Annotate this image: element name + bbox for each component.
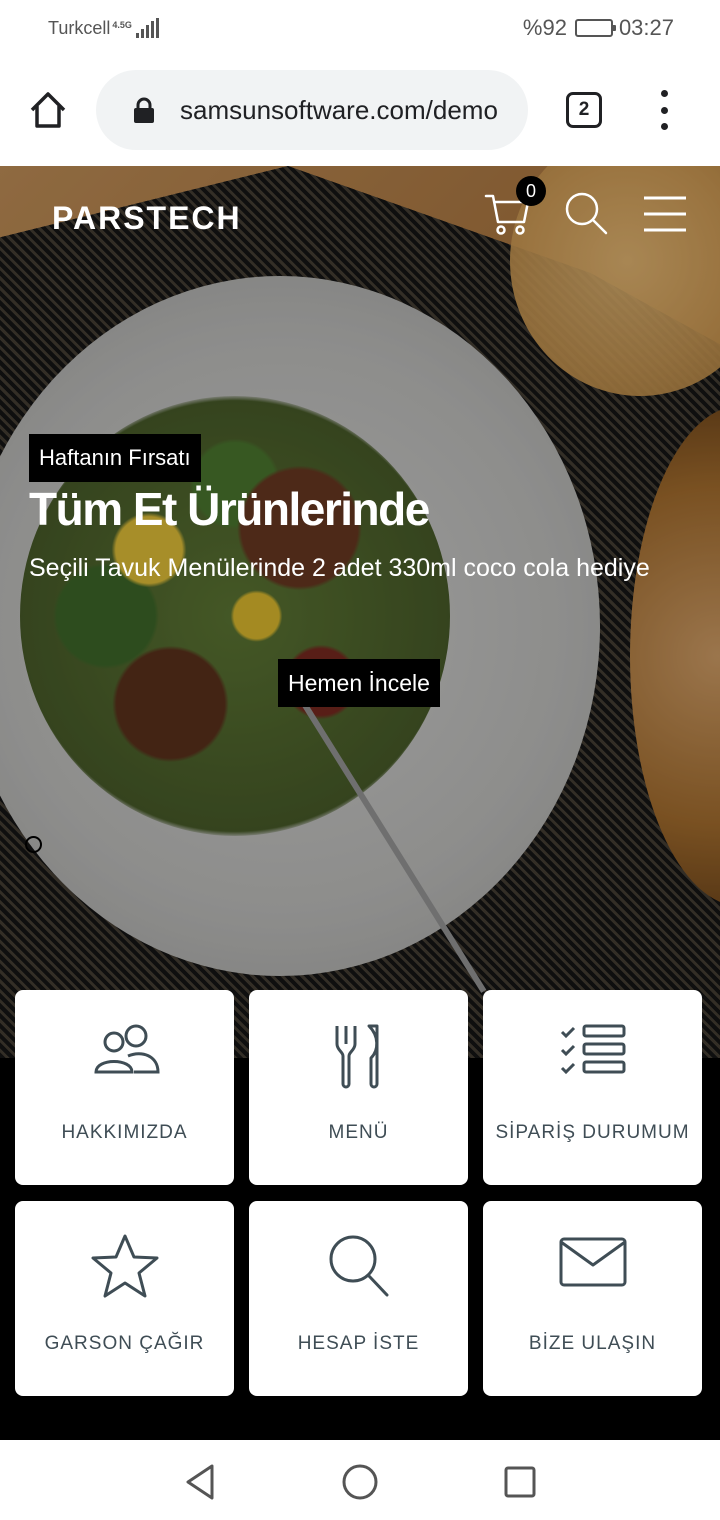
checklist-icon <box>560 1024 625 1075</box>
star-icon <box>91 1234 158 1298</box>
hero-overlay <box>0 166 720 1058</box>
tile-call-waiter[interactable]: GARSON ÇAĞIR <box>15 1201 234 1396</box>
back-icon[interactable] <box>180 1462 220 1502</box>
tile-order-status[interactable]: SİPARİŞ DURUMUM <box>483 990 702 1185</box>
battery-icon <box>574 19 616 37</box>
url-text: samsunsoftware.com/demo <box>180 94 498 125</box>
hero-cta-button[interactable]: Hemen İncele <box>278 659 440 707</box>
url-bar[interactable]: samsunsoftware.com/demo <box>96 70 528 150</box>
site-logo[interactable]: PARSTECH <box>52 200 242 237</box>
home-circle-icon[interactable] <box>340 1462 380 1502</box>
clock: 03:27 <box>618 15 674 40</box>
lock-icon <box>134 97 154 123</box>
status-bar: Turkcell 4.5G %92 03:27 <box>0 0 720 56</box>
tile-label: HAKKIMIZDA <box>61 1122 188 1143</box>
hamburger-menu-icon[interactable] <box>642 194 688 234</box>
more-vert-icon[interactable] <box>652 90 676 130</box>
mail-icon <box>559 1237 626 1287</box>
status-right: %92 03:27 <box>523 15 674 41</box>
hero-subtitle: Seçili Tavuk Menülerinde 2 adet 330ml co… <box>29 554 650 582</box>
network-generation: 4.5G <box>112 19 132 30</box>
deal-tag: Haftanın Fırsatı <box>29 434 201 482</box>
tile-about[interactable]: HAKKIMIZDA <box>15 990 234 1185</box>
tile-label: BİZE ULAŞIN <box>528 1333 657 1354</box>
tile-label: GARSON ÇAĞIR <box>44 1333 205 1354</box>
tab-count: 2 <box>578 99 590 120</box>
tile-label: SİPARİŞ DURUMUM <box>495 1122 690 1143</box>
battery-percent: %92 <box>522 15 567 40</box>
cart-count-badge: 0 <box>516 176 546 206</box>
carrier-name: Turkcell <box>48 17 111 38</box>
site-header: PARSTECH 0 <box>0 166 720 266</box>
slider-dot[interactable] <box>25 836 42 853</box>
search-icon <box>329 1235 388 1297</box>
tile-label: HESAP İSTE <box>297 1333 420 1354</box>
tile-menu[interactable]: MENÜ <box>249 990 468 1185</box>
home-icon[interactable] <box>26 88 70 132</box>
system-nav-bar <box>0 1440 720 1520</box>
tile-request-bill[interactable]: HESAP İSTE <box>249 1201 468 1396</box>
users-icon <box>93 1024 160 1074</box>
browser-toolbar: samsunsoftware.com/demo 2 <box>0 56 720 166</box>
status-left: Turkcell 4.5G <box>48 18 159 39</box>
recents-icon[interactable] <box>500 1462 540 1502</box>
tabs-icon[interactable]: 2 <box>566 92 602 128</box>
cutlery-icon <box>335 1024 378 1089</box>
hero-title: Tüm Et Ürünlerinde <box>29 483 430 535</box>
quick-actions-grid: HAKKIMIZDA MENÜ SİPARİŞ DURUMUM GARSON Ç… <box>15 990 705 1396</box>
hero-banner: PARSTECH 0 Haftanın Fırsatı Tüm Et Ürünl… <box>0 166 720 1058</box>
tile-label: MENÜ <box>328 1122 389 1143</box>
search-icon[interactable] <box>562 190 610 238</box>
signal-icon <box>135 18 159 38</box>
tile-contact[interactable]: BİZE ULAŞIN <box>483 1201 702 1396</box>
network-type: 4.5G <box>112 19 132 30</box>
